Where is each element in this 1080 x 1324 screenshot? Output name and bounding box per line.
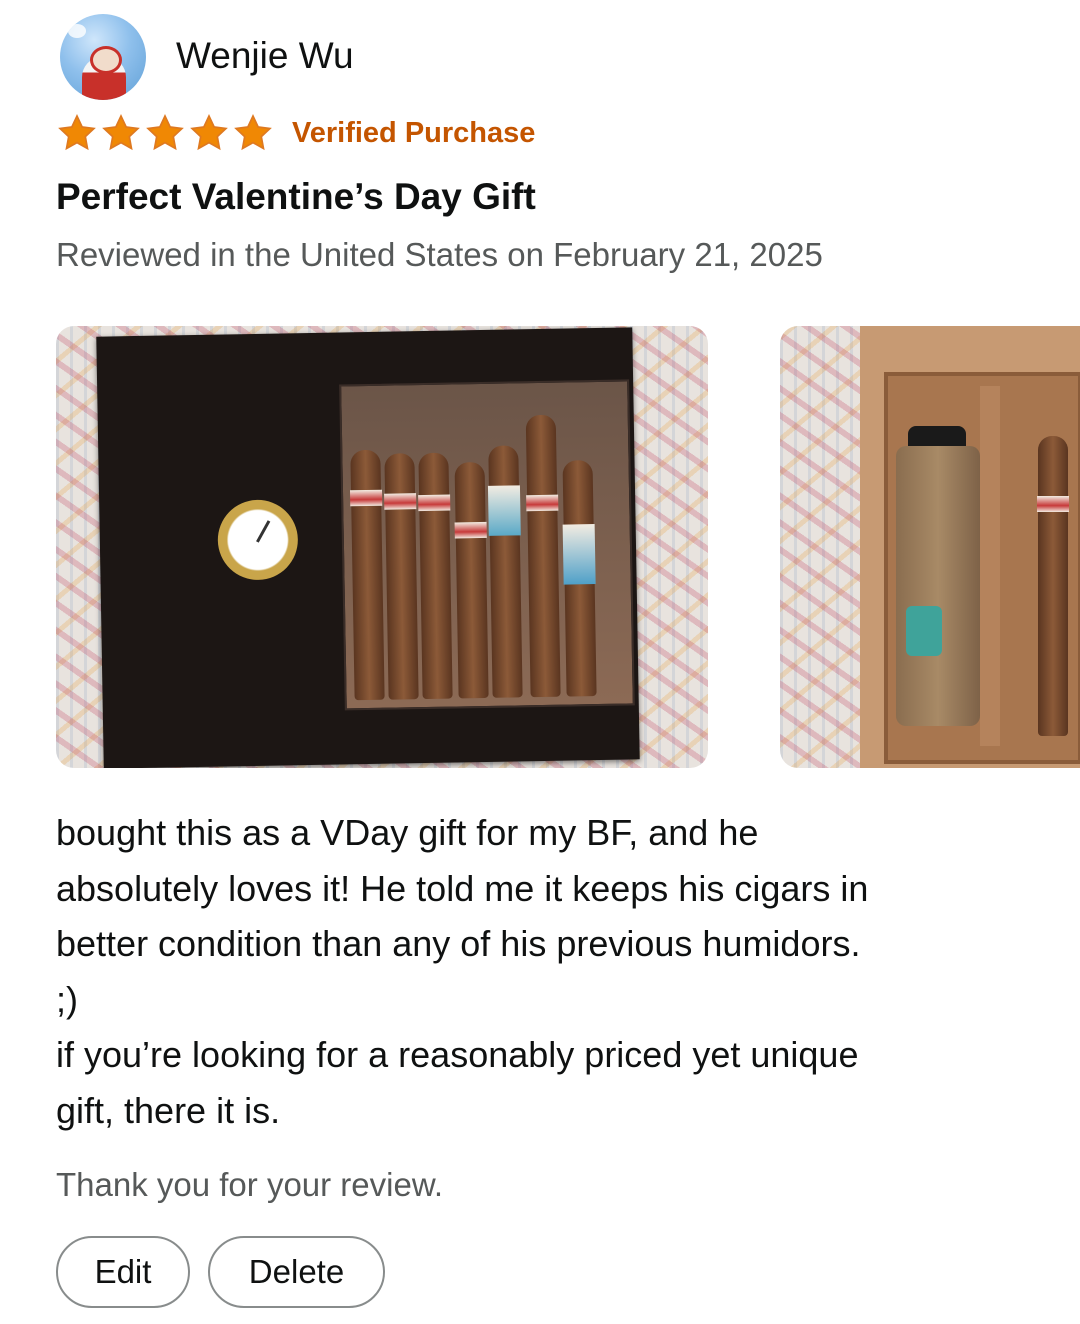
review-meta: Reviewed in the United States on Februar…: [56, 236, 823, 273]
review-body: bought this as a VDay gift for my BF, an…: [56, 812, 869, 1131]
review-image-2[interactable]: [780, 326, 1080, 768]
humidity-pack-label: [906, 606, 942, 656]
star-icon: [234, 114, 272, 151]
avatar-background: [68, 24, 86, 38]
cigar: [418, 452, 453, 700]
avatar-head: [90, 46, 122, 74]
star-rating: [56, 113, 274, 153]
review-image-1[interactable]: [56, 326, 708, 768]
cigar: [562, 460, 597, 697]
star-icon: [58, 114, 96, 151]
humidor-glass-window: [339, 379, 635, 711]
star-icon: [190, 114, 228, 151]
hygrometer-icon: [217, 499, 299, 581]
cigar: [454, 461, 489, 699]
cigar: [487, 445, 523, 698]
star-icon: [102, 114, 140, 151]
humidor-divider: [980, 386, 1000, 746]
cigar: [525, 414, 561, 698]
cigar: [1037, 436, 1069, 736]
humidor-lid: [96, 327, 640, 768]
review-title: Perfect Valentine’s Day Gift: [56, 176, 536, 217]
reviewer-name[interactable]: Wenjie Wu: [176, 35, 354, 77]
thank-you-message: Thank you for your review.: [56, 1166, 444, 1203]
edit-button[interactable]: Edit: [56, 1236, 190, 1308]
star-icon: [146, 114, 184, 151]
humidity-pack: [896, 446, 980, 726]
review-card: Wenjie Wu Verified Purchase Perfect Vale…: [0, 0, 1080, 1324]
cigar: [384, 453, 419, 700]
avatar[interactable]: [60, 14, 146, 100]
cigar: [349, 449, 385, 701]
verified-purchase-badge: Verified Purchase: [292, 117, 536, 149]
delete-button[interactable]: Delete: [208, 1236, 385, 1308]
